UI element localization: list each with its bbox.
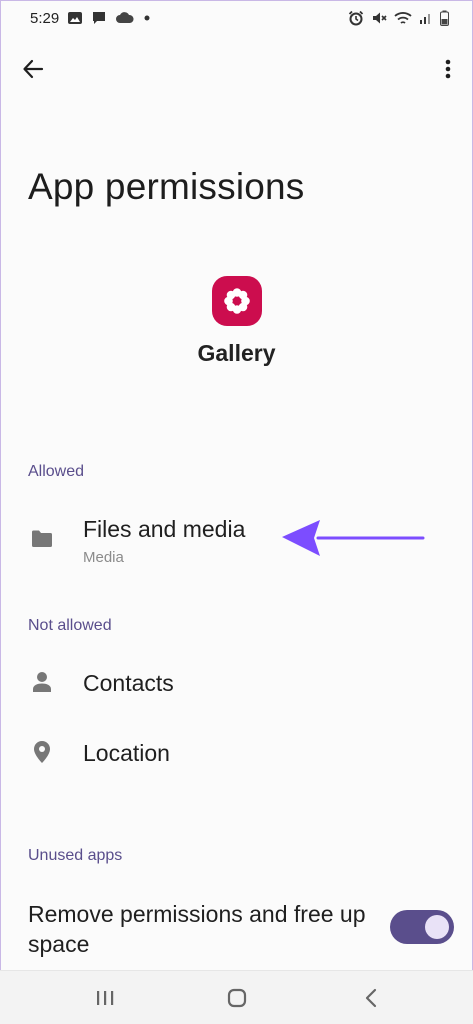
permission-location[interactable]: Location: [0, 722, 473, 786]
back-nav-button[interactable]: [346, 979, 396, 1017]
dot-icon: [143, 14, 151, 22]
alarm-icon: [348, 10, 364, 26]
remove-permissions-row[interactable]: Remove permissions and free up space: [0, 895, 473, 965]
signal-icon: [419, 11, 433, 25]
section-header-not-allowed: Not allowed: [28, 617, 112, 634]
permission-title: Location: [83, 740, 170, 766]
location-icon: [30, 740, 54, 764]
back-nav-icon: [365, 988, 377, 1008]
home-icon: [227, 988, 247, 1008]
wifi-icon: [394, 11, 412, 26]
status-bar: 5:29: [0, 0, 473, 36]
page-title: App permissions: [28, 166, 305, 207]
recents-icon: [97, 991, 114, 1005]
gallery-app-icon: [212, 276, 262, 326]
back-button[interactable]: [14, 50, 52, 88]
home-button[interactable]: [212, 979, 262, 1017]
permission-title: Contacts: [83, 670, 174, 696]
remove-permissions-toggle[interactable]: [390, 910, 454, 944]
toggle-knob: [425, 915, 449, 939]
section-header-unused-apps: Unused apps: [28, 847, 123, 864]
person-icon: [30, 670, 54, 694]
more-vert-icon: [445, 59, 451, 79]
navigation-bar: [0, 970, 473, 1024]
more-options-button[interactable]: [435, 50, 461, 88]
folder-icon: [30, 527, 54, 551]
toggle-label: Remove permissions and free up space: [28, 901, 366, 957]
section-header-allowed: Allowed: [28, 463, 85, 480]
permission-title: Files and media: [83, 516, 246, 542]
battery-icon: [440, 10, 449, 26]
arrow-left-annotation: [280, 516, 426, 565]
recents-button[interactable]: [80, 979, 130, 1017]
status-time: 5:29: [30, 9, 60, 27]
permission-contacts[interactable]: Contacts: [0, 652, 473, 716]
mute-icon: [371, 10, 387, 26]
message-icon: [91, 10, 107, 26]
arrow-back-icon: [23, 59, 44, 79]
gallery-notification-icon: [67, 10, 83, 26]
cloud-icon: [115, 11, 135, 25]
permission-subtitle: Media: [83, 549, 124, 566]
app-name: Gallery: [197, 340, 276, 366]
